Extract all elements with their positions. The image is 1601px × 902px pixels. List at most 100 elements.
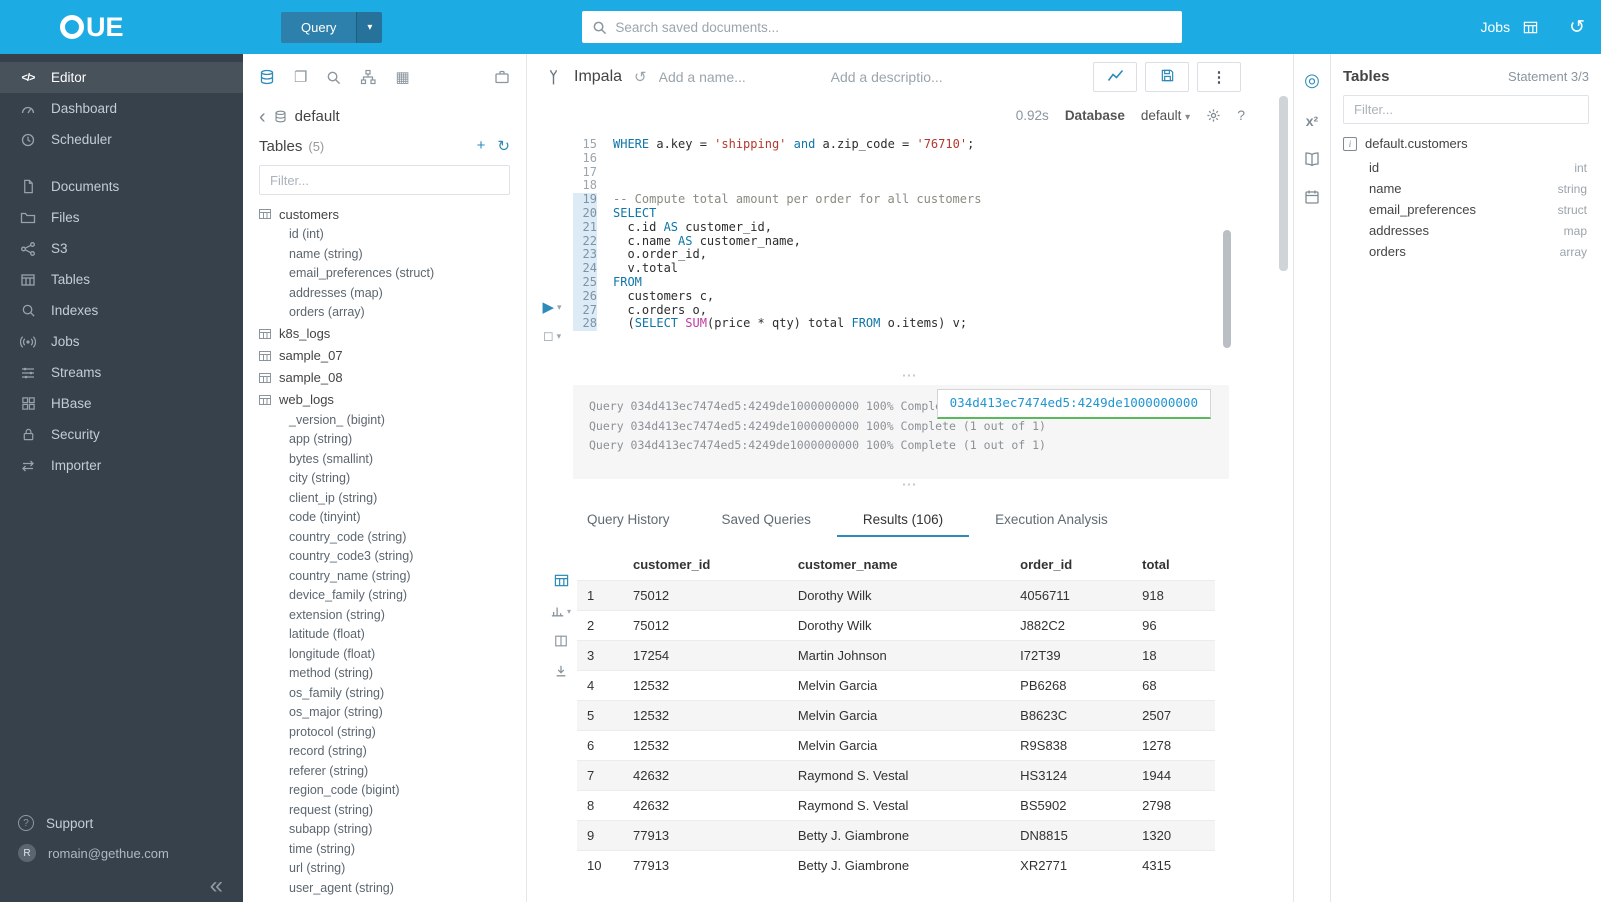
assist-column[interactable]: city (string) <box>259 469 526 489</box>
tab-saved-queries[interactable]: Saved Queries <box>696 504 837 537</box>
execute-options-caret[interactable]: ▾ <box>557 302 562 313</box>
assist-column[interactable]: orders (array) <box>259 303 526 323</box>
query-description-input[interactable] <box>831 69 1081 85</box>
help-icon[interactable]: ? <box>1237 107 1245 123</box>
sidebar-item-importer[interactable]: Importer <box>0 450 243 481</box>
assist-column[interactable]: longitude (float) <box>259 645 526 665</box>
assist-column[interactable]: time (string) <box>259 840 526 860</box>
assist-column[interactable]: request (string) <box>259 801 526 821</box>
sidebar-item-files[interactable]: Files <box>0 202 243 233</box>
sidebar-item-scheduler[interactable]: Scheduler <box>0 124 243 155</box>
language-reference-icon[interactable] <box>1304 151 1320 167</box>
sidebar-item-indexes[interactable]: Indexes <box>0 295 243 326</box>
grid-view-icon[interactable] <box>554 573 569 588</box>
save-button[interactable] <box>1145 62 1189 92</box>
sidebar-user[interactable]: R romain@gethue.com <box>18 838 225 868</box>
sitemap-icon[interactable] <box>360 69 376 85</box>
documents-assist-icon[interactable]: ❐ <box>294 70 307 85</box>
assist-column[interactable]: client_ip (string) <box>259 489 526 509</box>
sidebar-item-editor[interactable]: </>Editor <box>0 62 243 93</box>
column-item[interactable]: email_preferencesstruct <box>1343 199 1589 220</box>
breadcrumb-database[interactable]: default <box>295 108 340 125</box>
editor-scrollbar[interactable] <box>1223 230 1231 348</box>
assist-column[interactable]: country_code3 (string) <box>259 547 526 567</box>
query-button[interactable]: Query <box>281 12 356 43</box>
results-table[interactable]: customer_idcustomer_nameorder_idtotal 17… <box>577 549 1215 902</box>
assist-column[interactable]: user_agent (string) <box>259 879 526 899</box>
assist-column[interactable]: app (string) <box>259 430 526 450</box>
jobs-icon[interactable] <box>1522 20 1539 35</box>
resize-handle[interactable]: ⋯ <box>527 370 1293 385</box>
assist-column[interactable]: extension (string) <box>259 606 526 626</box>
database-source-icon[interactable] <box>259 69 275 85</box>
sidebar-item-hbase[interactable]: HBase <box>0 388 243 419</box>
chevron-left-icon[interactable]: ‹ <box>259 110 266 124</box>
settings-gear-icon[interactable] <box>1206 108 1221 123</box>
jobs-link[interactable]: Jobs <box>1481 19 1511 35</box>
schedule-icon[interactable] <box>1304 189 1320 205</box>
tab-execution-analysis[interactable]: Execution Analysis <box>969 504 1134 537</box>
chart-view-icon[interactable]: ▾ <box>551 604 571 618</box>
column-item[interactable]: ordersarray <box>1343 241 1589 262</box>
assist-column[interactable]: email_preferences (struct) <box>259 264 526 284</box>
refresh-icon[interactable]: ↻ <box>497 137 510 155</box>
column-item[interactable]: addressesmap <box>1343 220 1589 241</box>
assist-column[interactable]: country_name (string) <box>259 567 526 587</box>
assist-column[interactable]: url (string) <box>259 859 526 879</box>
active-table-row[interactable]: i default.customers <box>1343 132 1589 157</box>
assist-column[interactable]: os_major (string) <box>259 703 526 723</box>
sidebar-item-jobs[interactable]: Jobs <box>0 326 243 357</box>
briefcase-icon[interactable] <box>494 69 510 85</box>
query-history-icon[interactable]: ↺ <box>1569 16 1585 39</box>
assist-column[interactable]: name (string) <box>259 245 526 265</box>
download-icon[interactable] <box>554 664 568 678</box>
columns-icon[interactable] <box>554 634 568 648</box>
assist-table[interactable]: web_logs <box>259 389 526 411</box>
assist-column[interactable]: id (int) <box>259 225 526 245</box>
panel-scrollbar[interactable] <box>1279 96 1288 271</box>
sidebar-item-s3[interactable]: S3 <box>0 233 243 264</box>
query-dropdown-button[interactable]: ▾ <box>356 12 382 43</box>
snippet-history-icon[interactable]: ↺ <box>634 68 647 86</box>
assist-table[interactable]: customers <box>259 203 526 225</box>
query-name-input[interactable] <box>659 69 819 85</box>
sidebar-item-streams[interactable]: Streams <box>0 357 243 388</box>
assist-column[interactable]: referer (string) <box>259 762 526 782</box>
assist-table[interactable]: sample_07 <box>259 345 526 367</box>
table-filter-input[interactable] <box>259 165 510 195</box>
hue-logo[interactable]: UE <box>0 0 243 54</box>
sidebar-item-documents[interactable]: Documents <box>0 171 243 202</box>
database-selector[interactable]: default ▾ <box>1141 108 1190 123</box>
column-item[interactable]: namestring <box>1343 178 1589 199</box>
sidebar-collapse-button[interactable]: « <box>210 872 223 900</box>
right-assist-filter-input[interactable] <box>1343 95 1589 124</box>
assist-search-icon[interactable] <box>326 70 341 85</box>
more-actions-button[interactable]: ⋮ <box>1197 62 1241 92</box>
apps-grid-icon[interactable]: ▦ <box>395 70 409 85</box>
tab-results-106[interactable]: Results (106) <box>837 504 969 537</box>
assist-column[interactable]: bytes (smallint) <box>259 450 526 470</box>
sidebar-item-security[interactable]: Security <box>0 419 243 450</box>
tab-query-history[interactable]: Query History <box>561 504 696 537</box>
assist-column[interactable]: protocol (string) <box>259 723 526 743</box>
assist-table[interactable]: k8s_logs <box>259 323 526 345</box>
column-item[interactable]: idint <box>1343 157 1589 178</box>
assist-column[interactable]: os_family (string) <box>259 684 526 704</box>
assist-table[interactable]: sample_08 <box>259 367 526 389</box>
result-format-icon[interactable]: ◻ <box>543 328 554 344</box>
assist-column[interactable]: addresses (map) <box>259 284 526 304</box>
assist-column[interactable]: code (tinyint) <box>259 508 526 528</box>
assist-column[interactable]: subapp (string) <box>259 820 526 840</box>
assist-column[interactable]: country_code (string) <box>259 528 526 548</box>
functions-icon[interactable]: x² <box>1306 113 1318 129</box>
chart-button[interactable] <box>1093 62 1137 92</box>
assist-column[interactable]: latitude (float) <box>259 625 526 645</box>
assist-column[interactable]: method (string) <box>259 664 526 684</box>
search-input[interactable] <box>615 20 1172 35</box>
query-id-tooltip[interactable]: 034d413ec7474ed5:4249de1000000000 <box>937 389 1211 419</box>
code-editor[interactable]: ▶ ▾ ◻ ▾ 1516171819202122232425262728 WHE… <box>527 130 1293 370</box>
assist-column[interactable]: _version_ (bigint) <box>259 411 526 431</box>
assist-column[interactable]: device_family (string) <box>259 586 526 606</box>
execute-button[interactable]: ▶ <box>542 298 554 316</box>
resize-handle[interactable]: ⋯ <box>527 479 1293 494</box>
